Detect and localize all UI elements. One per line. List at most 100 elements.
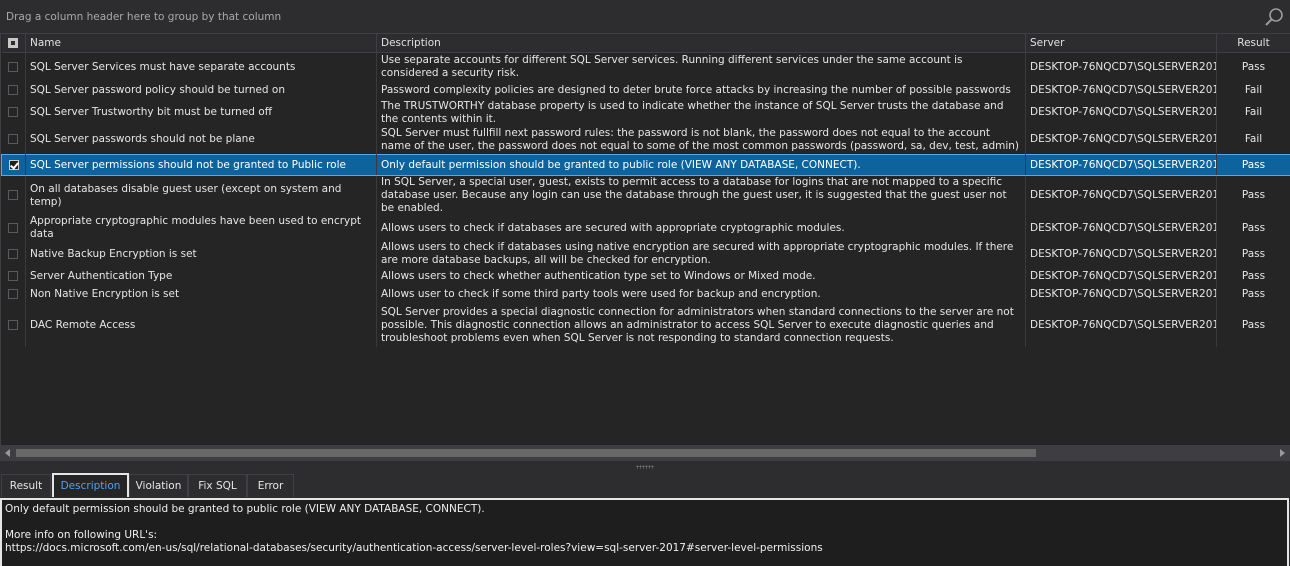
description-panel[interactable]: Only default permission should be grante…: [0, 498, 1289, 566]
table-row[interactable]: SQL Server Services must have separate a…: [1, 52, 1290, 82]
cell-name: SQL Server permissions should not be gra…: [25, 154, 377, 176]
row-checkbox[interactable]: [1, 154, 26, 176]
header-row: Name Description Server Result: [1, 34, 1290, 53]
checkbox-icon[interactable]: [8, 288, 19, 299]
checkbox-icon[interactable]: [8, 134, 19, 145]
cell-description: Use separate accounts for different SQL …: [376, 52, 1026, 82]
cell-name: SQL Server Trustworthy bit must be turne…: [25, 99, 377, 126]
cell-server: DESKTOP-76NQCD7\SQLSERVER2019: [1025, 241, 1217, 267]
checkbox-icon[interactable]: [8, 222, 19, 233]
column-header-result[interactable]: Result: [1216, 34, 1290, 53]
cell-server: DESKTOP-76NQCD7\SQLSERVER2019: [1025, 303, 1217, 347]
cell-result: Pass: [1216, 285, 1290, 303]
row-checkbox[interactable]: [1, 125, 26, 155]
detail-tabs: Result Description Violation Fix SQL Err…: [0, 473, 1290, 498]
cell-name: Non Native Encryption is set: [25, 285, 377, 303]
select-all-checkbox[interactable]: [1, 34, 26, 53]
column-header-server[interactable]: Server: [1025, 34, 1217, 53]
table-row[interactable]: Non Native Encryption is set Allows user …: [1, 285, 1290, 303]
table-row[interactable]: Server Authentication Type Allows users t…: [1, 267, 1290, 285]
table-row[interactable]: Native Backup Encryption is set Allows us…: [1, 241, 1290, 267]
cell-name: SQL Server passwords should not be plane: [25, 125, 377, 155]
cell-result: Pass: [1216, 154, 1290, 176]
cell-description: SQL Server must fullfill next password r…: [376, 125, 1026, 155]
checkbox-icon[interactable]: [8, 190, 19, 200]
search-icon[interactable]: [1264, 7, 1284, 27]
cell-result: Pass: [1216, 267, 1290, 285]
row-checkbox[interactable]: [1, 52, 26, 82]
cell-result: Pass: [1216, 215, 1290, 241]
group-by-panel[interactable]: Drag a column header here to group by th…: [0, 0, 1290, 34]
cell-description: Allows users to check if databases are s…: [376, 215, 1026, 241]
detail-more-info-label: More info on following URL's:: [5, 529, 158, 541]
tab-description[interactable]: Description: [52, 473, 129, 497]
row-checkbox[interactable]: [1, 175, 26, 215]
panel-splitter[interactable]: [0, 461, 1290, 474]
cell-name: On all databases disable guest user (exc…: [25, 175, 377, 215]
scrollbar-thumb[interactable]: [16, 449, 1036, 457]
cell-description: Allows users to check if databases using…: [376, 241, 1026, 267]
results-grid: Name Description Server Result SQL Serve…: [0, 34, 1290, 445]
column-header-name[interactable]: Name: [25, 34, 377, 53]
table-row[interactable]: SQL Server password policy should be tur…: [1, 81, 1290, 100]
cell-result: Fail: [1216, 81, 1290, 100]
table-row[interactable]: SQL Server permissions should not be gra…: [1, 154, 1290, 176]
cell-name: Server Authentication Type: [25, 267, 377, 285]
cell-description: The TRUSTWORTHY database property is use…: [376, 99, 1026, 126]
tab-error[interactable]: Error: [247, 474, 294, 497]
table-row[interactable]: Appropriate cryptographic modules have b…: [1, 215, 1290, 241]
checkbox-icon[interactable]: [8, 38, 19, 48]
cell-description: Allows user to check if some third party…: [376, 285, 1026, 303]
cell-server: DESKTOP-76NQCD7\SQLSERVER2019: [1025, 99, 1217, 126]
checkbox-icon[interactable]: [8, 248, 19, 259]
detail-url-link[interactable]: https://docs.microsoft.com/en-us/sql/rel…: [5, 542, 1284, 555]
cell-result: Pass: [1216, 52, 1290, 82]
cell-result: Pass: [1216, 303, 1290, 347]
cell-description: Only default permission should be grante…: [376, 154, 1026, 176]
table-row[interactable]: On all databases disable guest user (exc…: [1, 175, 1290, 215]
scroll-right-icon[interactable]: [1280, 449, 1285, 457]
column-header-description[interactable]: Description: [376, 34, 1026, 53]
cell-result: Pass: [1216, 175, 1290, 215]
cell-server: DESKTOP-76NQCD7\SQLSERVER2019: [1025, 154, 1217, 176]
tab-result[interactable]: Result: [1, 474, 51, 497]
table-row[interactable]: SQL Server Trustworthy bit must be turne…: [1, 99, 1290, 126]
checkbox-icon[interactable]: [8, 159, 19, 170]
tab-fix-sql[interactable]: Fix SQL: [188, 474, 247, 497]
checkbox-icon[interactable]: [8, 61, 19, 72]
row-checkbox[interactable]: [1, 241, 26, 267]
checkbox-icon[interactable]: [8, 107, 19, 117]
row-checkbox[interactable]: [1, 215, 26, 241]
cell-description: SQL Server provides a special diagnostic…: [376, 303, 1026, 347]
cell-server: DESKTOP-76NQCD7\SQLSERVER2019: [1025, 81, 1217, 100]
cell-server: DESKTOP-76NQCD7\SQLSERVER2019: [1025, 285, 1217, 303]
detail-description-text: Only default permission should be grante…: [5, 503, 485, 515]
checkbox-icon[interactable]: [8, 319, 19, 330]
table-row[interactable]: DAC Remote Access SQL Server provides a s…: [1, 303, 1290, 347]
cell-name: Appropriate cryptographic modules have b…: [25, 215, 377, 241]
cell-description: Password complexity policies are designe…: [376, 81, 1026, 100]
table-row[interactable]: SQL Server passwords should not be plane…: [1, 125, 1290, 155]
cell-result: Fail: [1216, 99, 1290, 126]
cell-description: In SQL Server, a special user, guest, ex…: [376, 175, 1026, 215]
grip-icon[interactable]: [636, 465, 654, 469]
row-checkbox[interactable]: [1, 81, 26, 100]
checkbox-icon[interactable]: [8, 270, 19, 281]
cell-description: Allows users to check whether authentica…: [376, 267, 1026, 285]
cell-result: Fail: [1216, 125, 1290, 155]
cell-name: DAC Remote Access: [25, 303, 377, 347]
cell-server: DESKTOP-76NQCD7\SQLSERVER2019: [1025, 52, 1217, 82]
row-checkbox[interactable]: [1, 99, 26, 126]
cell-server: DESKTOP-76NQCD7\SQLSERVER2019: [1025, 267, 1217, 285]
cell-server: DESKTOP-76NQCD7\SQLSERVER2019: [1025, 125, 1217, 155]
row-checkbox[interactable]: [1, 285, 26, 303]
row-checkbox[interactable]: [1, 303, 26, 347]
row-checkbox[interactable]: [1, 267, 26, 285]
scroll-left-icon[interactable]: [5, 449, 10, 457]
cell-server: DESKTOP-76NQCD7\SQLSERVER2019: [1025, 215, 1217, 241]
checkbox-icon[interactable]: [8, 85, 19, 95]
horizontal-scrollbar[interactable]: [0, 445, 1290, 461]
tab-violation[interactable]: Violation: [129, 474, 188, 497]
cell-name: SQL Server Services must have separate a…: [25, 52, 377, 82]
cell-name: SQL Server password policy should be tur…: [25, 81, 377, 100]
